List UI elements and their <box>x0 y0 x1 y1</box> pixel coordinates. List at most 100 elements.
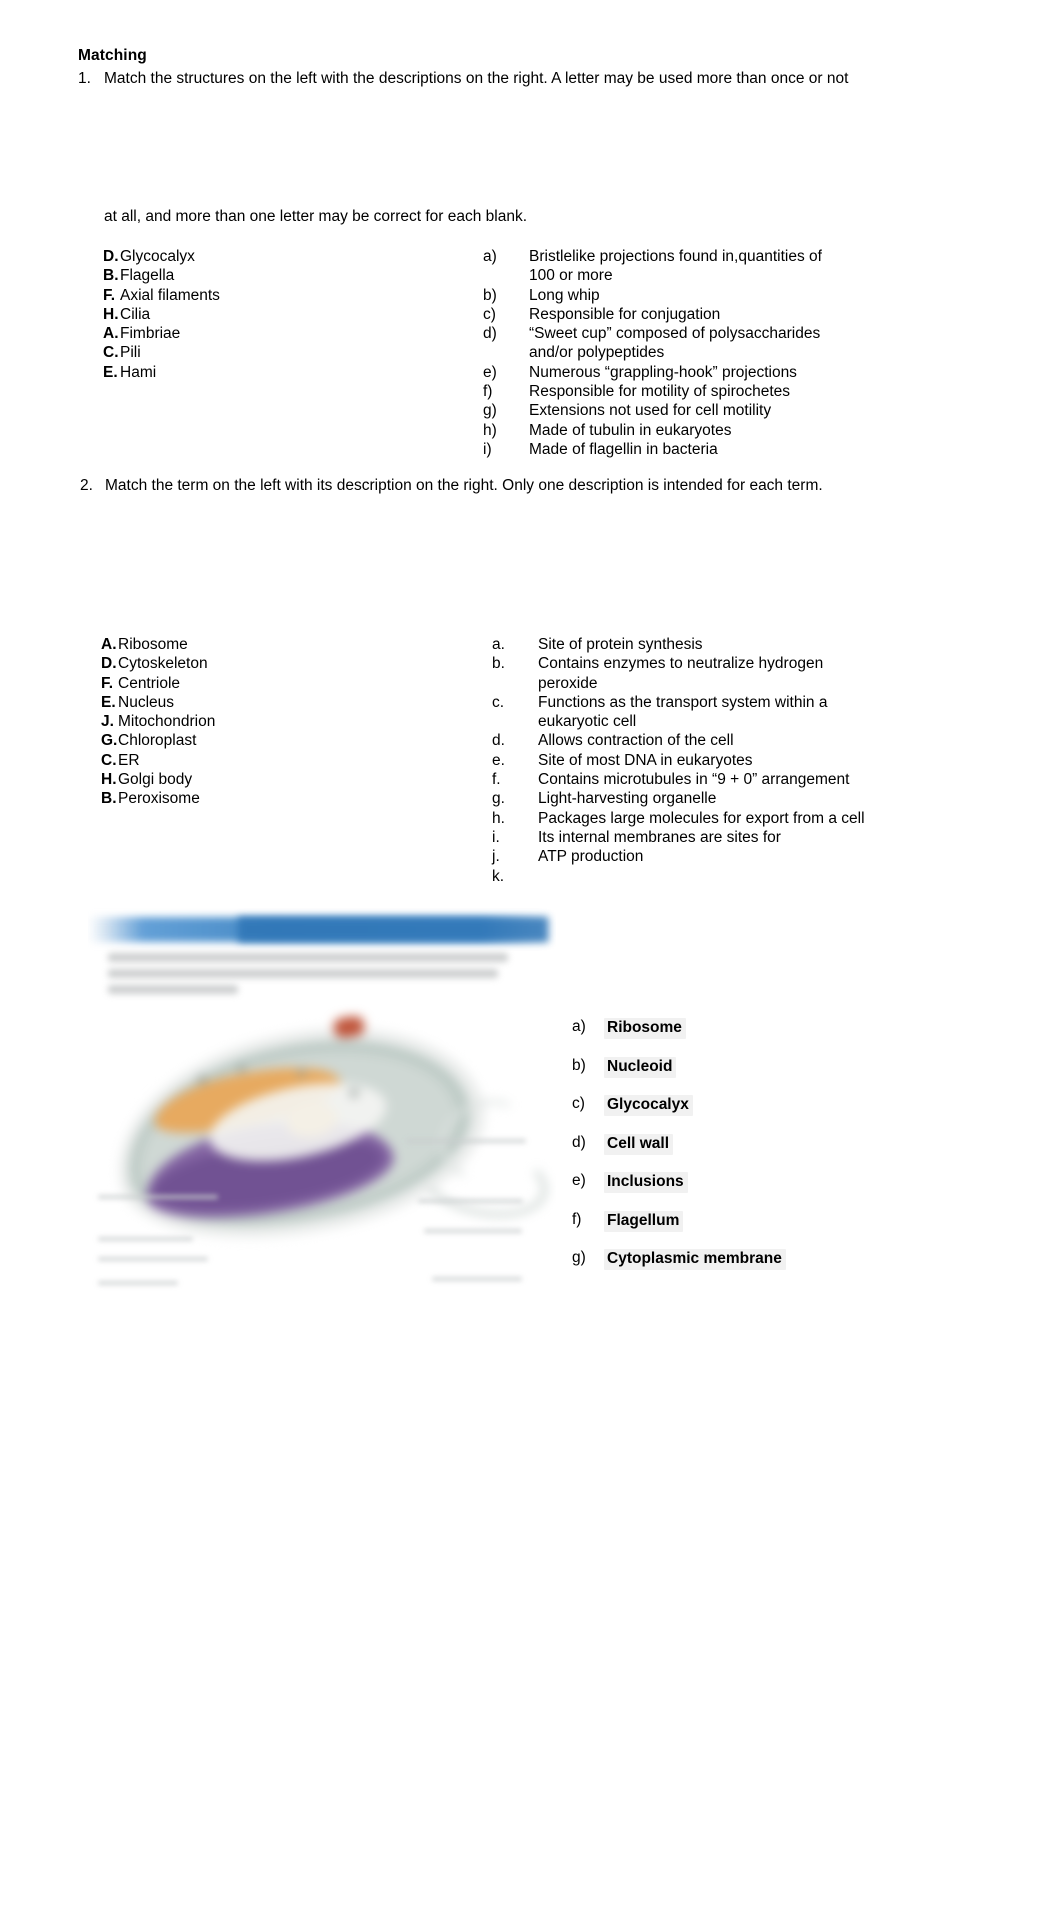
blurred-cell-diagram-figure <box>88 905 556 1300</box>
description-text: Numerous “grappling-hook” projections <box>529 363 797 381</box>
term-name: Peroxisome <box>118 790 200 808</box>
description-row: e. Site of most DNA in eukaryotes <box>492 751 865 770</box>
description-text: Packages large molecules for export from… <box>538 809 865 827</box>
term-name: Nucleus <box>118 693 174 711</box>
figure-label-text[interactable]: Cell wall <box>604 1133 674 1155</box>
description-text: Light-harvesting organelle <box>538 790 717 808</box>
figure-header-banner-fill <box>238 917 548 942</box>
figure-label-text[interactable]: Inclusions <box>604 1172 688 1193</box>
description-marker: d) <box>483 325 497 343</box>
description-marker: e. <box>492 751 505 769</box>
description-row: d. Allows contraction of the cell <box>492 731 865 750</box>
term-letter: E. <box>103 363 118 381</box>
term-letter: A. <box>101 636 117 653</box>
term-letter: A. <box>103 325 119 343</box>
description-row: e) Numerous “grappling-hook” projections <box>483 363 822 382</box>
term-name: Centriole <box>118 674 181 692</box>
description-row: c) Responsible for conjugation <box>483 305 822 324</box>
ribosome-speck <box>350 1089 358 1097</box>
figure-label-marker: e) <box>572 1172 586 1189</box>
figure-callout-line <box>98 1281 178 1285</box>
description-marker: a) <box>483 248 497 265</box>
term-row: E. Hami <box>103 363 220 382</box>
figure-blurred-text-line <box>108 953 508 962</box>
term-name: Hami <box>120 363 157 381</box>
description-marker: d. <box>492 732 505 750</box>
description-marker: a. <box>492 636 505 653</box>
term-row: D.Glycocalyx <box>103 247 220 266</box>
description-row: h) Made of tubulin in eukaryotes <box>483 421 822 440</box>
term-row: E. Nucleus <box>101 693 215 712</box>
description-row: f) Responsible for motility of spirochete… <box>483 382 822 401</box>
figure-label-text[interactable]: Nucleoid <box>604 1056 677 1078</box>
question-1-descriptions-column: a) Bristlelike projections found in,quant… <box>483 247 822 459</box>
description-marker: g) <box>483 402 497 420</box>
term-row: J. Mitochondrion <box>101 712 215 731</box>
term-row: F. Axial filaments <box>103 286 220 305</box>
term-row: B.Flagella <box>103 266 220 285</box>
figure-callout-line <box>432 1277 522 1281</box>
figure-label-marker: b) <box>572 1056 586 1074</box>
description-text: Made of tubulin in eukaryotes <box>529 421 732 439</box>
figure-label-marker: f) <box>572 1210 582 1228</box>
description-marker: c) <box>483 305 496 323</box>
description-marker: f) <box>483 383 493 401</box>
description-row: g. Light-harvesting organelle <box>492 789 865 808</box>
term-row: C.ER <box>101 751 215 770</box>
ribosome-speck <box>298 1069 305 1076</box>
question-2-number: 2. <box>80 477 93 494</box>
description-row: a. Site of protein synthesis <box>492 635 865 654</box>
figure-label-marker: c) <box>572 1095 585 1112</box>
description-text: Long whip <box>529 286 600 304</box>
description-marker: k. <box>492 867 505 885</box>
figure-label-text[interactable]: Cytoplasmic membrane <box>604 1249 786 1270</box>
description-row: i) Made of flagellin in bacteria <box>483 440 822 459</box>
term-letter: E. <box>101 693 116 711</box>
term-row: H.Golgi body <box>101 770 215 789</box>
question-1-number: 1. <box>78 70 91 87</box>
figure-label-text[interactable]: Glycocalyx <box>604 1095 693 1116</box>
description-text: Responsible for motility of spirochetes <box>529 383 791 401</box>
description-text: Made of flagellin in bacteria <box>529 440 718 458</box>
term-name: Ribosome <box>118 636 188 653</box>
figure-label-text[interactable]: Ribosome <box>604 1018 686 1039</box>
description-row: d) “Sweet cup” composed of polysaccharide… <box>483 324 822 343</box>
term-name: ER <box>118 751 140 769</box>
term-name: Axial filaments <box>120 286 220 304</box>
description-text: Contains microtubules in “9 + 0” arrange… <box>538 771 850 789</box>
description-continuation: eukaryotic cell <box>538 713 637 731</box>
figure-callout-line <box>406 1139 526 1143</box>
figure-label-marker: a) <box>572 1018 586 1035</box>
term-letter: D. <box>101 655 117 673</box>
figure-callout-line <box>98 1195 218 1199</box>
description-marker: b. <box>492 655 505 673</box>
ribosome-speck <box>238 1065 245 1072</box>
description-marker: h) <box>483 421 497 439</box>
figure-label-text[interactable]: Flagellum <box>604 1210 684 1232</box>
description-marker: g. <box>492 790 505 808</box>
description-row: h. Packages large molecules for export fr… <box>492 809 865 828</box>
figure-label-marker: d) <box>572 1133 586 1151</box>
prokaryotic-cell-illustration <box>88 999 554 1295</box>
figure-callout-line <box>98 1237 193 1241</box>
description-row: a) Bristlelike projections found in,quant… <box>483 247 822 266</box>
term-name: Flagella <box>120 267 175 285</box>
description-row: f. Contains microtubules in “9 + 0” arran… <box>492 770 865 789</box>
description-text: Extensions not used for cell motility <box>529 402 772 420</box>
description-continuation: and/or polypeptides <box>529 344 665 362</box>
figure-blurred-text-line <box>108 985 238 994</box>
description-row: i. Its internal membranes are sites for <box>492 828 865 847</box>
description-marker: b) <box>483 286 497 304</box>
description-text: Site of protein synthesis <box>538 636 703 653</box>
term-name: Glycocalyx <box>120 248 195 265</box>
ribosome-speck <box>198 1075 206 1083</box>
question-2-terms-column: A.Ribosome D.Cytoskeleton F. Centriole E.… <box>101 635 215 809</box>
description-text: Responsible for conjugation <box>529 305 721 323</box>
term-row: F. Centriole <box>101 674 215 693</box>
description-text: Contains enzymes to neutralize hydrogen <box>538 655 824 673</box>
page-title: Matching <box>78 47 147 64</box>
description-marker: i. <box>492 828 500 846</box>
description-text: ATP production <box>538 848 644 866</box>
term-row: A.Ribosome <box>101 635 215 654</box>
question-1-prompt-line2: at all, and more than one letter may be … <box>104 208 528 225</box>
